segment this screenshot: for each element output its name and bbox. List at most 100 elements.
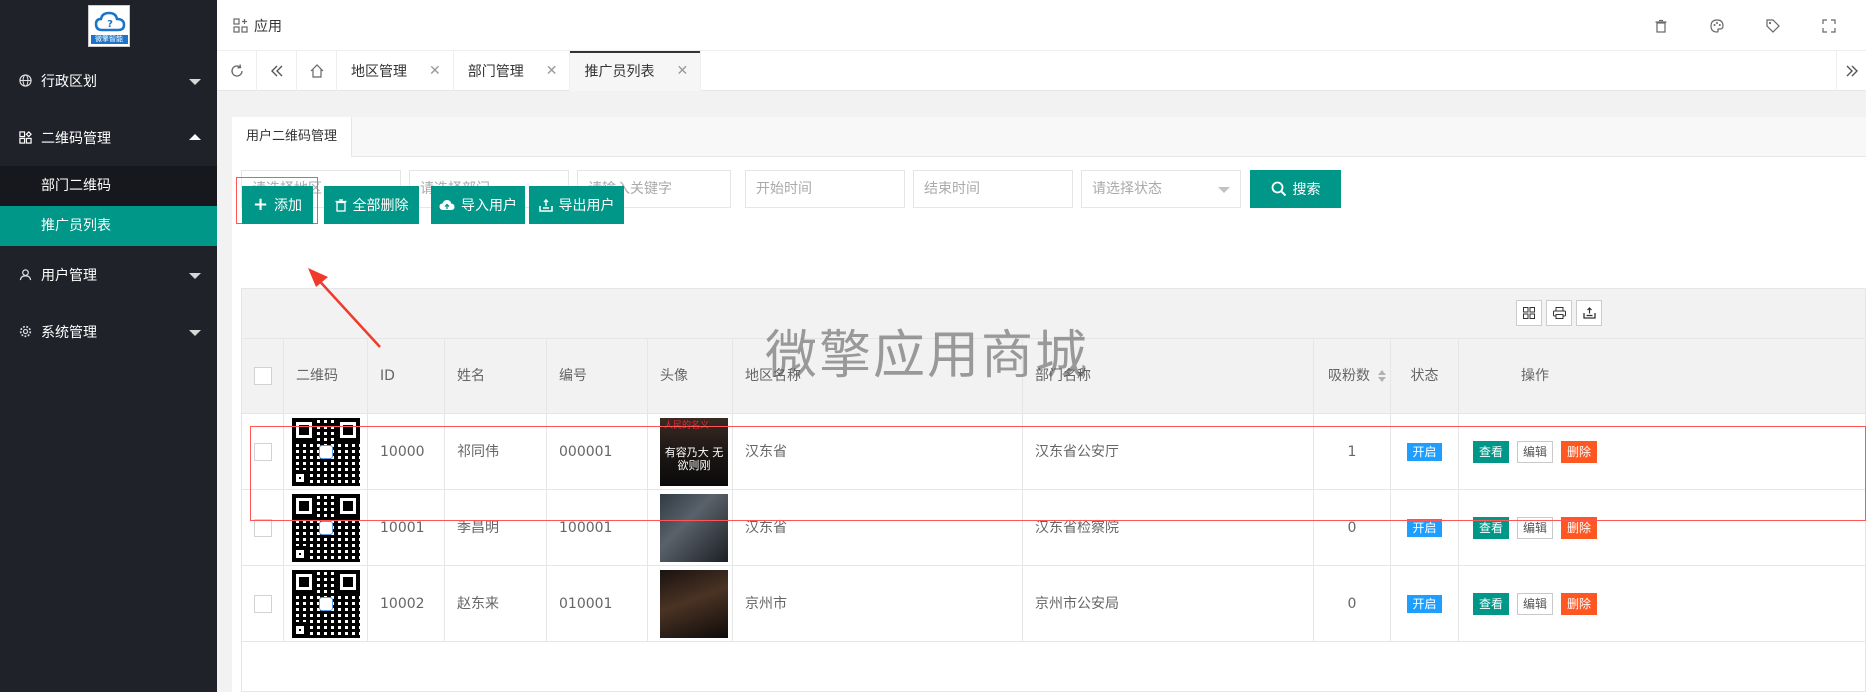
search-button[interactable]: 搜索	[1250, 170, 1341, 208]
close-icon[interactable]: ✕	[546, 63, 558, 79]
header-operations: 操作	[1521, 368, 1549, 384]
nav-item-region[interactable]: 行政区划	[0, 52, 217, 109]
fullscreen-icon[interactable]	[1820, 17, 1838, 35]
start-time-placeholder: 开始时间	[756, 181, 812, 197]
sidebar: ? 微擎智能 行政区划 二维码管理 部门二维码 推广员列表 用户管理 系统管理	[0, 0, 217, 692]
logo[interactable]: ? 微擎智能	[0, 0, 217, 52]
tabs-scroll-left-button[interactable]	[257, 51, 297, 91]
close-icon[interactable]: ✕	[429, 63, 441, 79]
tab-label: 地区管理	[351, 64, 407, 80]
row-checkbox[interactable]	[253, 595, 272, 613]
tab-promoter-list[interactable]: 推广员列表 ✕	[570, 51, 702, 91]
fans-cell: 0	[1314, 566, 1391, 642]
apps-icon	[233, 18, 248, 33]
header-code: 编号	[547, 339, 648, 414]
cloud-icon: ?	[94, 11, 125, 32]
palette-icon[interactable]	[1708, 17, 1726, 35]
gear-icon	[17, 324, 33, 340]
edit-button[interactable]: 编辑	[1516, 593, 1553, 615]
avatar-image[interactable]	[660, 570, 728, 638]
annotation-arrow-icon	[308, 268, 381, 348]
columns-icon	[1523, 307, 1535, 319]
nav-item-qrcode[interactable]: 二维码管理	[0, 109, 217, 166]
refresh-icon	[230, 64, 243, 77]
export-icon	[1582, 307, 1596, 319]
app-menu[interactable]: 应用	[233, 16, 282, 36]
row-checkbox[interactable]	[253, 519, 272, 537]
chevron-down-icon	[189, 272, 201, 279]
add-button[interactable]: + 添加	[242, 186, 313, 224]
close-icon[interactable]: ✕	[676, 63, 688, 79]
caret-down-icon	[1218, 187, 1230, 193]
content-card: 用户二维码管理 请选择地区 请选择部门 请输入关键字 开始时间 结束时间 请选择…	[232, 117, 1866, 692]
import-users-button[interactable]: 导入用户	[431, 186, 525, 224]
tab-user-qrcode-manage[interactable]: 用户二维码管理	[232, 117, 353, 157]
double-chevron-left-icon	[270, 65, 282, 77]
tabs-scroll-right-button[interactable]	[1836, 51, 1866, 91]
print-icon	[1552, 307, 1566, 319]
delete-all-button-label: 全部删除	[352, 198, 409, 214]
qrcode-cell	[284, 566, 368, 642]
main-content: 用户二维码管理 请选择地区 请选择部门 请输入关键字 开始时间 结束时间 请选择…	[217, 91, 1866, 692]
table-row: 10002 赵东来 010001 京州市 京州市公安局 0 开启 查看 编辑 删除	[242, 566, 1865, 642]
sub-item-dept-qrcode[interactable]: 部门二维码	[0, 166, 217, 206]
trash-icon	[335, 198, 346, 212]
print-button[interactable]	[1546, 300, 1572, 326]
header-select-all	[242, 339, 284, 414]
id-cell: 10002	[368, 566, 445, 642]
status-select[interactable]: 请选择状态	[1081, 170, 1241, 208]
globe-icon	[17, 73, 33, 89]
cloud-upload-icon	[439, 199, 455, 210]
status-badge[interactable]: 开启	[1407, 595, 1442, 613]
import-users-button-label: 导入用户	[461, 198, 517, 214]
nav-item-system[interactable]: 系统管理	[0, 303, 217, 360]
trash-icon[interactable]	[1652, 17, 1670, 35]
export-icon	[538, 198, 553, 212]
qrcode-image[interactable]	[291, 570, 360, 638]
svg-text:?: ?	[107, 19, 113, 30]
refresh-button[interactable]	[217, 51, 257, 91]
nav-item-users[interactable]: 用户管理	[0, 246, 217, 303]
column-filter-button[interactable]	[1516, 300, 1542, 326]
search-button-label: 搜索	[1292, 182, 1321, 198]
end-time-input[interactable]: 结束时间	[913, 170, 1073, 208]
start-time-input[interactable]: 开始时间	[745, 170, 905, 208]
code-cell: 010001	[547, 566, 648, 642]
add-button-label: 添加	[274, 198, 303, 214]
view-button[interactable]: 查看	[1472, 593, 1509, 615]
chevron-down-icon	[189, 329, 201, 336]
header-fans-count[interactable]: 吸粉数	[1314, 339, 1391, 414]
qrcode-icon	[17, 130, 33, 146]
page-tabs-bar: 地区管理 ✕ 部门管理 ✕ 推广员列表 ✕	[217, 51, 1866, 91]
home-icon	[310, 64, 323, 78]
logo-image: ? 微擎智能	[87, 5, 130, 47]
nav-item-label: 行政区划	[41, 73, 97, 90]
export-users-button-label: 导出用户	[558, 198, 615, 214]
name-cell: 赵东来	[445, 566, 547, 642]
delete-all-button[interactable]: 全部删除	[324, 186, 419, 224]
sort-icon[interactable]	[1378, 370, 1387, 382]
region-cell: 京州市	[733, 566, 1023, 642]
tab-region-manage[interactable]: 地区管理 ✕	[337, 51, 454, 91]
dept-cell: 京州市公安局	[1023, 566, 1314, 642]
tab-dept-manage[interactable]: 部门管理 ✕	[454, 51, 571, 91]
export-table-button[interactable]	[1576, 300, 1602, 326]
status-select-placeholder: 请选择状态	[1092, 181, 1162, 197]
header-name: 姓名	[445, 339, 547, 414]
delete-button[interactable]: 删除	[1561, 593, 1598, 615]
header-avatar: 头像	[648, 339, 733, 414]
card-tabs: 用户二维码管理	[232, 117, 1866, 157]
status-badge[interactable]: 开启	[1407, 519, 1442, 537]
plus-icon: +	[252, 194, 269, 215]
watermark-text: 微擎应用商城	[765, 326, 1090, 386]
export-users-button[interactable]: 导出用户	[529, 186, 624, 224]
home-tab[interactable]	[297, 51, 337, 91]
tab-label: 部门管理	[467, 64, 524, 80]
nav-item-label: 系统管理	[41, 324, 97, 341]
select-all-checkbox[interactable]	[253, 367, 272, 385]
double-chevron-right-icon	[1846, 65, 1858, 77]
tag-icon[interactable]	[1764, 17, 1782, 35]
end-time-placeholder: 结束时间	[924, 181, 980, 197]
tab-label: 推广员列表	[584, 64, 655, 80]
sub-item-promoter-list[interactable]: 推广员列表	[0, 206, 217, 246]
